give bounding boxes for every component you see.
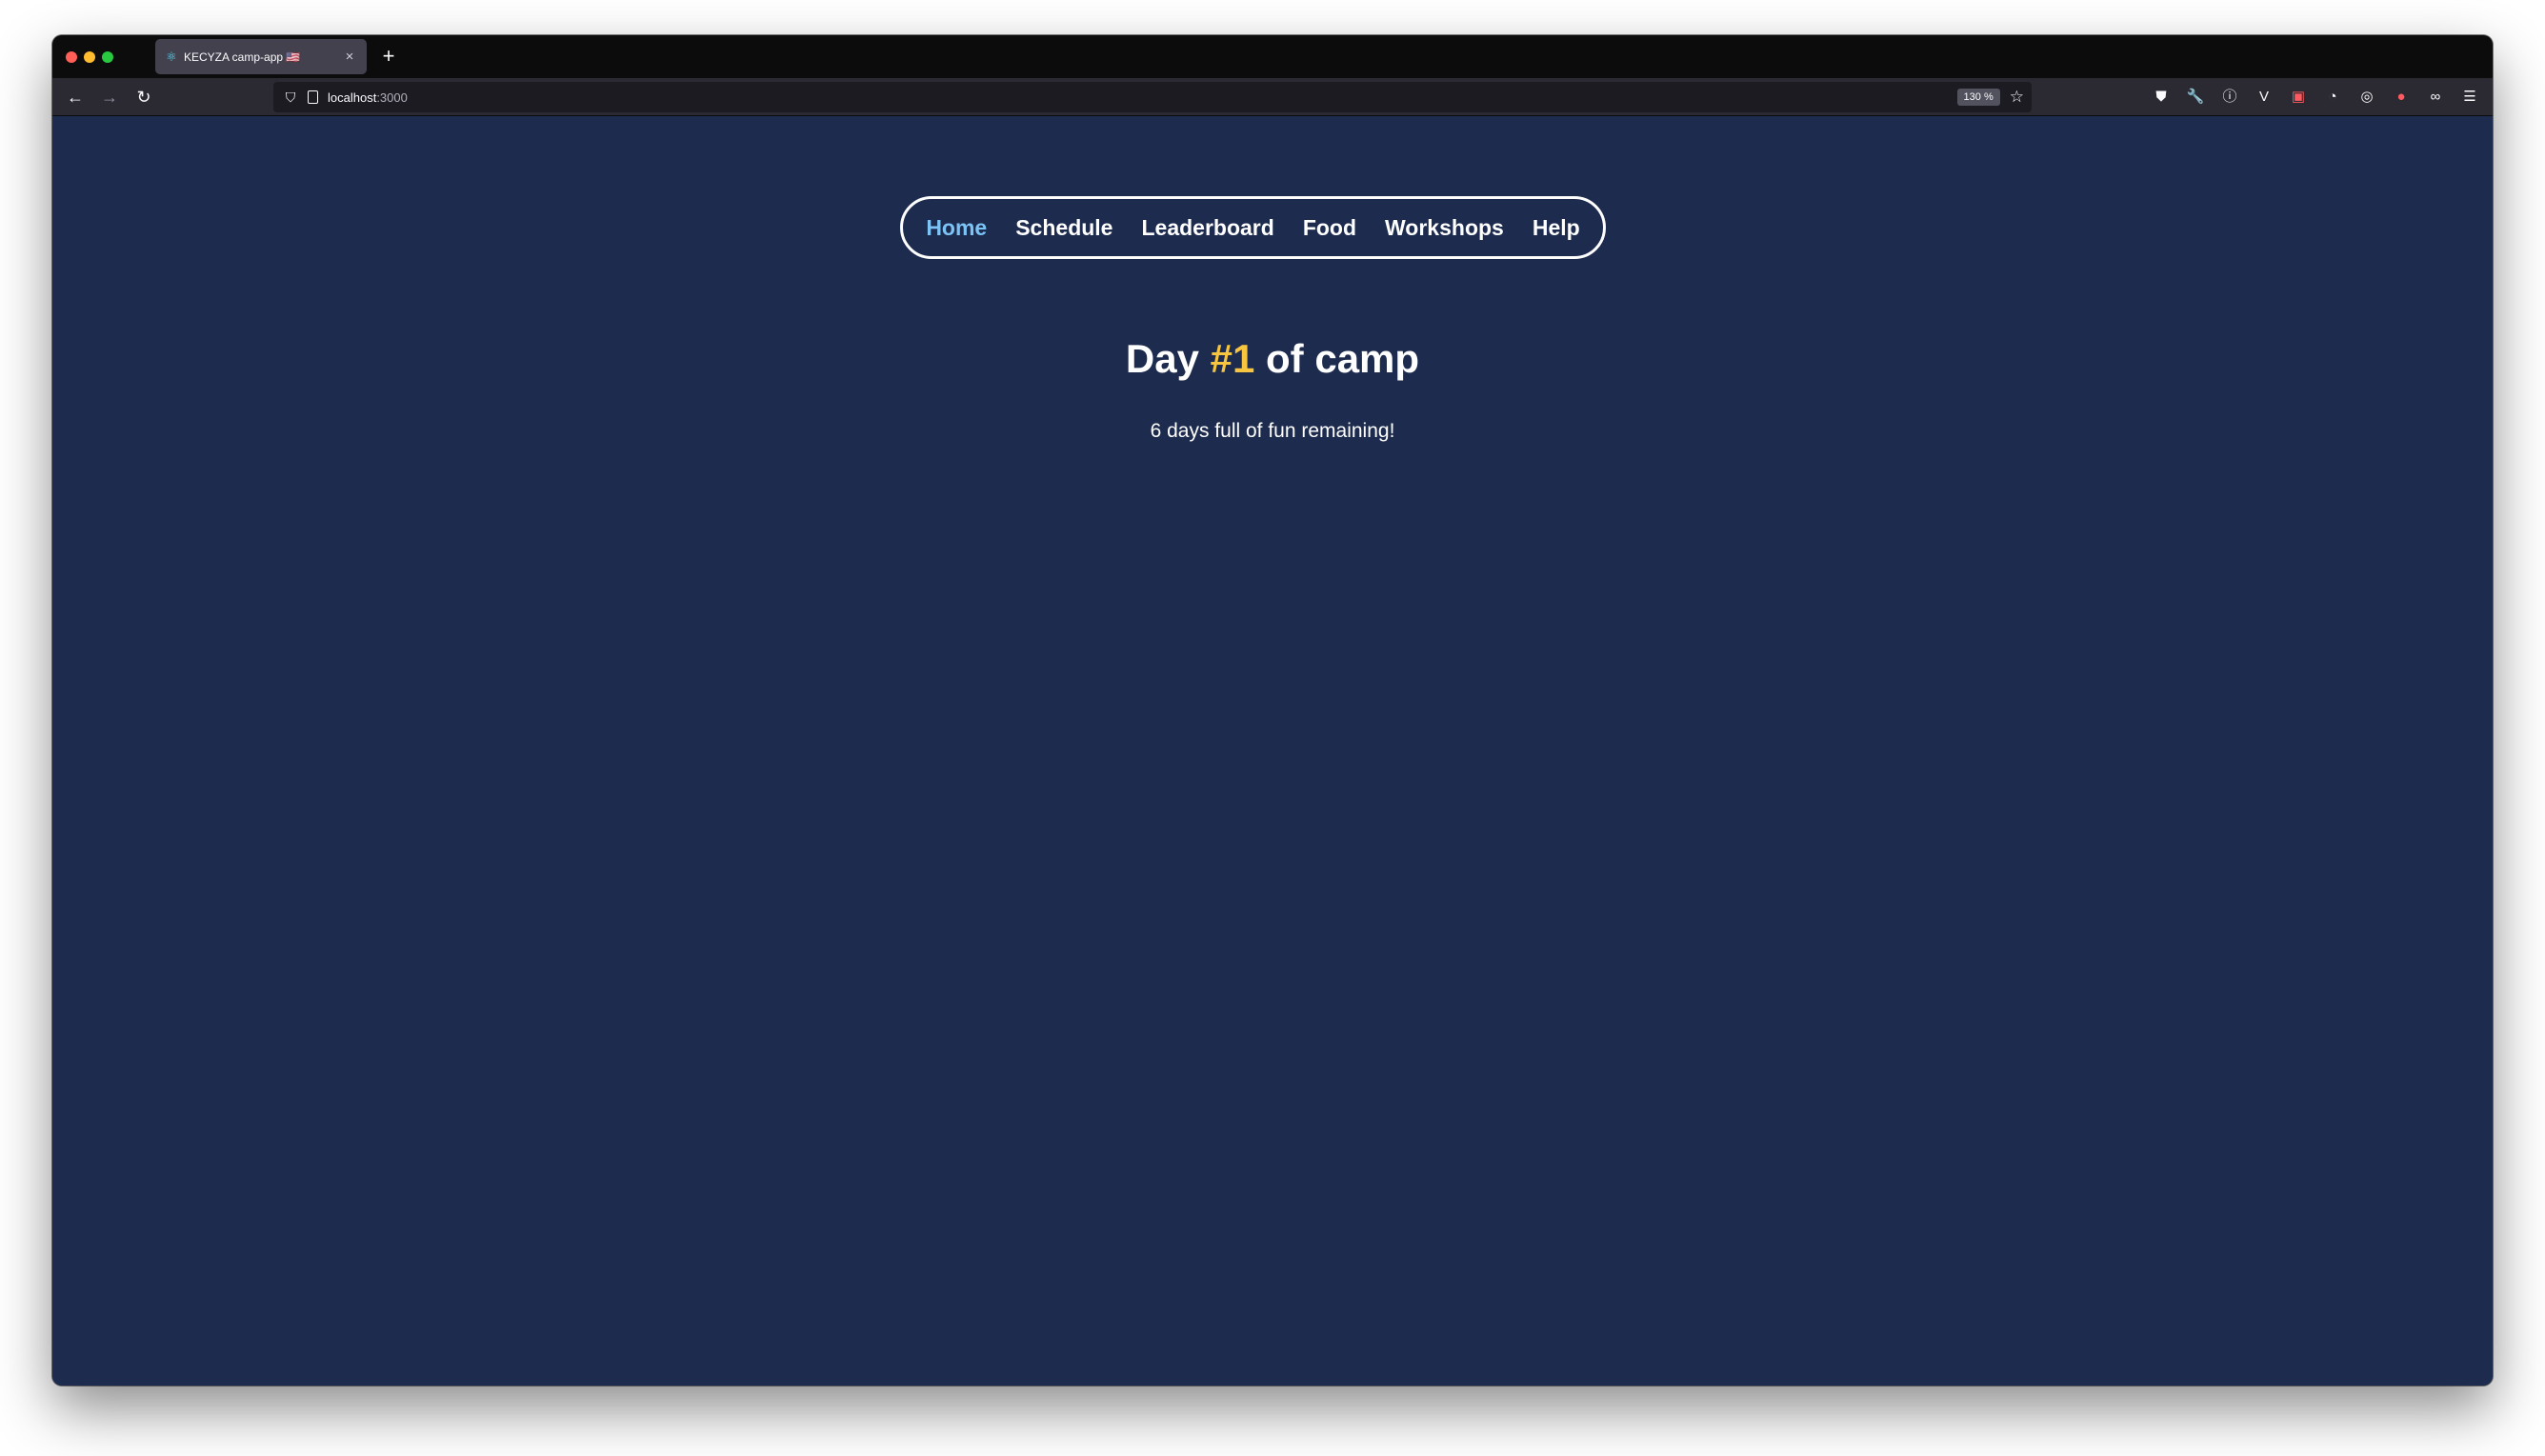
vue-devtools-icon[interactable]: V: [2251, 84, 2277, 110]
site-navigation: Home Schedule Leaderboard Food Workshops…: [900, 196, 1606, 259]
tab-strip: ⚛ KECYZA camp-app 🇺🇸 × +: [52, 35, 2493, 78]
day-number: #1: [1210, 336, 1255, 381]
nav-link-help[interactable]: Help: [1533, 215, 1580, 241]
extension-red-icon[interactable]: ▣: [2285, 84, 2312, 110]
url-host: localhost: [328, 90, 377, 105]
info-icon[interactable]: ⓘ: [2216, 84, 2243, 110]
extensions-toolbar: ⛊ 🔧 ⓘ V ▣ ◔ ◎ ● ∞ ☰: [2148, 84, 2483, 110]
glasses-icon[interactable]: ∞: [2422, 84, 2449, 110]
back-arrow-icon[interactable]: ←: [62, 84, 89, 110]
close-tab-icon[interactable]: ×: [342, 49, 357, 65]
clock-icon[interactable]: ◔: [2319, 84, 2346, 110]
nav-link-home[interactable]: Home: [926, 215, 987, 241]
minimize-window-button[interactable]: [84, 51, 95, 63]
reload-icon[interactable]: ↻: [130, 84, 157, 110]
headline-suffix: of camp: [1254, 336, 1420, 381]
bookmark-star-icon[interactable]: ☆: [2010, 88, 2024, 107]
page-headline: Day #1 of camp: [52, 336, 2493, 382]
tab-title: KECYZA camp-app 🇺🇸: [184, 50, 301, 64]
browser-window: ⚛ KECYZA camp-app 🇺🇸 × + ← → ↻ ⛉ localho…: [52, 35, 2493, 1386]
maximize-window-button[interactable]: [102, 51, 113, 63]
zoom-level-badge[interactable]: 130 %: [1956, 89, 2000, 106]
forward-arrow-icon[interactable]: →: [96, 84, 123, 110]
page-info-icon[interactable]: [308, 90, 318, 104]
navigation-toolbar: ← → ↻ ⛉ localhost :3000 130 % ☆ ⛊ 🔧 ⓘ V …: [52, 78, 2493, 116]
address-bar[interactable]: ⛉ localhost :3000 130 % ☆: [273, 82, 2032, 112]
url-port: :3000: [376, 90, 408, 105]
headline-prefix: Day: [1125, 336, 1211, 381]
nav-link-leaderboard[interactable]: Leaderboard: [1141, 215, 1273, 241]
page-content: Home Schedule Leaderboard Food Workshops…: [52, 117, 2493, 1386]
close-window-button[interactable]: [66, 51, 77, 63]
wrench-icon[interactable]: 🔧: [2182, 84, 2209, 110]
record-icon[interactable]: ●: [2388, 84, 2415, 110]
nav-link-schedule[interactable]: Schedule: [1015, 215, 1112, 241]
shield-icon[interactable]: ⛉: [281, 90, 300, 106]
days-remaining-text: 6 days full of fun remaining!: [1150, 420, 1395, 442]
browser-tab[interactable]: ⚛ KECYZA camp-app 🇺🇸 ×: [155, 39, 367, 74]
react-icon: ⚛: [166, 49, 177, 64]
nav-link-workshops[interactable]: Workshops: [1385, 215, 1504, 241]
pocket-icon[interactable]: ⛊: [2148, 84, 2174, 110]
hamburger-menu-icon[interactable]: ☰: [2456, 84, 2483, 110]
lightbulb-icon[interactable]: ◎: [2354, 84, 2380, 110]
nav-link-food[interactable]: Food: [1303, 215, 1356, 241]
new-tab-button[interactable]: +: [376, 43, 401, 70]
